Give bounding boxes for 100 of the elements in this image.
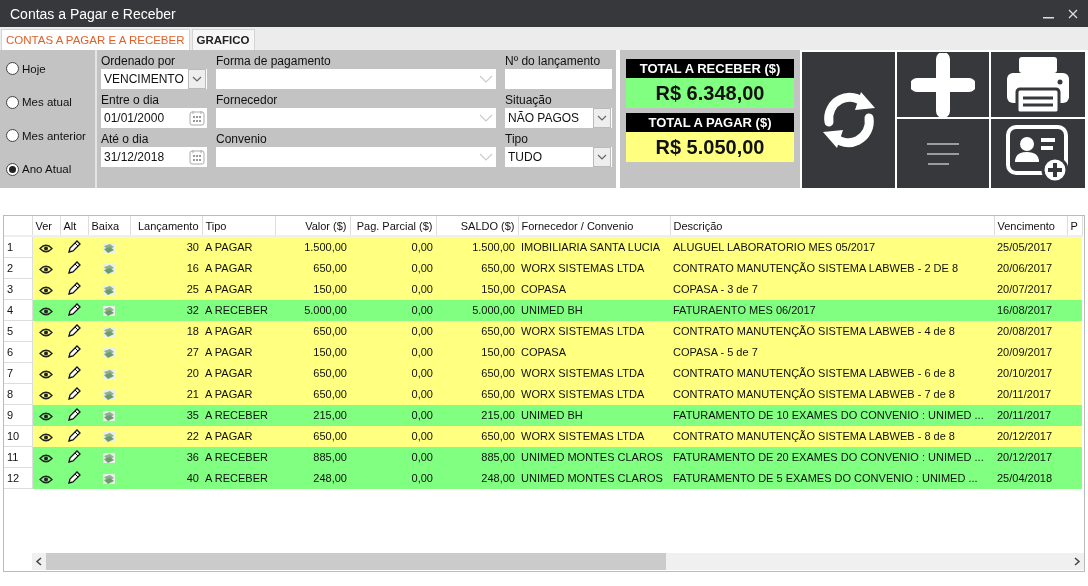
calendar-icon[interactable] bbox=[189, 149, 205, 165]
refresh-button[interactable] bbox=[802, 52, 895, 188]
pencil-icon[interactable] bbox=[67, 303, 81, 318]
table-cell: 20/11/2017 bbox=[994, 404, 1067, 426]
row-number: 11 bbox=[4, 446, 32, 468]
table-row[interactable]: 5 18 A PAGAR 650,00 0,00 650,00 WORX SISTEMAS LTDA CONTRATO MANUTENÇÃO SISTEMA LABWEB - 4 de 8 20/08/2017 bbox=[4, 320, 1082, 342]
add-contact-button[interactable] bbox=[991, 119, 1085, 188]
table-cell: 22 bbox=[130, 425, 202, 447]
table-cell: 27 bbox=[130, 341, 202, 363]
pencil-icon[interactable] bbox=[67, 345, 81, 360]
table-cell: A RECEBER bbox=[202, 299, 275, 321]
input-field[interactable] bbox=[505, 69, 612, 89]
row-number: 5 bbox=[4, 320, 32, 342]
money-icon[interactable] bbox=[102, 262, 116, 275]
eye-icon[interactable] bbox=[39, 306, 54, 316]
date-field[interactable]: 01/01/2000 bbox=[101, 108, 207, 128]
tab[interactable]: CONTAS A PAGAR E A RECEBER bbox=[1, 29, 190, 50]
print-button[interactable] bbox=[991, 52, 1085, 117]
table-row[interactable]: 3 25 A PAGAR 150,00 0,00 150,00 COPASA COPASA - 3 de 7 20/07/2017 bbox=[4, 278, 1082, 300]
field-label: Nº do lançamento bbox=[505, 54, 602, 68]
table-cell: ALUGUEL LABORATORIO MES 05/2017 bbox=[670, 236, 994, 258]
table-row[interactable]: 4 32 A RECEBER 5.000,00 0,00 5.000,00 UNIMED BH FATURAENTO MES 06/2017 16/08/2017 bbox=[4, 299, 1082, 321]
table-cell: A PAGAR bbox=[202, 425, 275, 447]
money-icon[interactable] bbox=[102, 304, 116, 317]
pencil-icon[interactable] bbox=[67, 366, 81, 381]
eye-icon[interactable] bbox=[39, 243, 54, 253]
table-row[interactable]: 9 35 A RECEBER 215,00 0,00 215,00 UNIMED BH FATURAMENTO DE 10 EXAMES DO CONVENIO : UNIMED ... 20/11/2017 bbox=[4, 404, 1082, 426]
dropdown[interactable]: NÃO PAGOS bbox=[505, 108, 612, 128]
table-cell: 0,00 bbox=[350, 341, 436, 363]
caret-icon bbox=[479, 114, 493, 122]
money-icon[interactable] bbox=[102, 241, 116, 254]
eye-icon[interactable] bbox=[39, 264, 54, 274]
pencil-icon[interactable] bbox=[67, 324, 81, 339]
pencil-icon[interactable] bbox=[67, 240, 81, 255]
eye-icon[interactable] bbox=[39, 453, 54, 463]
eye-icon[interactable] bbox=[39, 327, 54, 337]
radio-button[interactable] bbox=[6, 62, 19, 76]
table-row[interactable]: 6 27 A PAGAR 150,00 0,00 150,00 COPASA COPASA - 5 de 7 20/09/2017 bbox=[4, 341, 1082, 363]
money-icon[interactable] bbox=[102, 325, 116, 338]
table-cell: 25/05/2017 bbox=[994, 236, 1067, 258]
table-cell: 650,00 bbox=[275, 425, 350, 447]
table-row[interactable]: 7 20 A PAGAR 650,00 0,00 650,00 WORX SISTEMAS LTDA CONTRATO MANUTENÇÃO SISTEMA LABWEB - 6 de 8 20/10/2017 bbox=[4, 362, 1082, 384]
close-icon[interactable] bbox=[1068, 8, 1078, 19]
radio-button[interactable] bbox=[6, 129, 19, 143]
table-cell: 215,00 bbox=[275, 404, 350, 426]
field-label: Entre o dia bbox=[101, 93, 161, 107]
money-icon[interactable] bbox=[102, 388, 116, 401]
table-cell: 150,00 bbox=[275, 341, 350, 363]
menu-icon bbox=[927, 142, 959, 165]
row-number: 12 bbox=[4, 467, 32, 489]
add-button[interactable] bbox=[897, 52, 989, 117]
radio-option[interactable]: Hoje bbox=[6, 62, 95, 76]
scrollbar-thumb[interactable] bbox=[46, 553, 666, 570]
money-icon[interactable] bbox=[102, 472, 116, 485]
date-field[interactable]: 31/12/2018 bbox=[101, 147, 207, 167]
pencil-icon[interactable] bbox=[67, 429, 81, 444]
money-icon[interactable] bbox=[102, 451, 116, 464]
eye-icon[interactable] bbox=[39, 432, 54, 442]
table-row[interactable]: 8 21 A PAGAR 650,00 0,00 650,00 WORX SISTEMAS LTDA CONTRATO MANUTENÇÃO SISTEMA LABWEB - 7 de 8 20/11/2017 bbox=[4, 383, 1082, 405]
eye-icon[interactable] bbox=[39, 411, 54, 421]
row-number: 7 bbox=[4, 362, 32, 384]
table-row[interactable]: 12 40 A RECEBER 248,00 0,00 248,00 UNIMED MONTES CLAROS FATURAMENTO DE 5 EXAMES DO CONVENIO : UNIMED ... 25/04/2018 bbox=[4, 467, 1082, 489]
radio-button[interactable] bbox=[6, 162, 19, 176]
money-icon[interactable] bbox=[102, 430, 116, 443]
eye-icon[interactable] bbox=[39, 369, 54, 379]
radio-option[interactable]: Mes anterior bbox=[6, 129, 95, 143]
radio-option[interactable]: Ano Atual bbox=[6, 162, 95, 176]
table-cell: FATURAENTO MES 06/2017 bbox=[670, 299, 994, 321]
pencil-icon[interactable] bbox=[67, 387, 81, 402]
field-label: Ordenado por bbox=[101, 54, 177, 68]
table-row[interactable]: 2 16 A PAGAR 650,00 0,00 650,00 WORX SISTEMAS LTDA CONTRATO MANUTENÇÃO SISTEMA LABWEB - 2 DE 8 20/06/2017 bbox=[4, 257, 1082, 279]
money-icon[interactable] bbox=[102, 346, 116, 359]
eye-icon[interactable] bbox=[39, 348, 54, 358]
table-row[interactable]: 1 30 A PAGAR 1.500,00 0,00 1.500,00 IMOBILIARIA SANTA LUCIA ALUGUEL LABORATORIO MES 05/2017 25/05/2017 bbox=[4, 236, 1082, 258]
tab[interactable]: GRAFICO bbox=[191, 29, 255, 50]
menu-button[interactable] bbox=[897, 119, 989, 188]
total-label: TOTAL A RECEBER ($) bbox=[626, 59, 794, 78]
calendar-icon[interactable] bbox=[189, 110, 205, 126]
table-row[interactable]: 11 36 A RECEBER 885,00 0,00 885,00 UNIMED MONTES CLAROS FATURAMENTO DE 20 EXAMES DO CONVENIO : UNIMED ... 20/12/2017 bbox=[4, 446, 1082, 468]
table-cell: 32 bbox=[130, 299, 202, 321]
eye-icon[interactable] bbox=[39, 474, 54, 484]
table-cell: A PAGAR bbox=[202, 236, 275, 258]
dropdown[interactable]: VENCIMENTO bbox=[101, 69, 207, 89]
eye-icon[interactable] bbox=[39, 285, 54, 295]
pencil-icon[interactable] bbox=[67, 282, 81, 297]
radio-button[interactable] bbox=[6, 95, 19, 109]
pencil-icon[interactable] bbox=[67, 261, 81, 276]
radio-option[interactable]: Mes atual bbox=[6, 95, 95, 109]
pencil-icon[interactable] bbox=[67, 471, 81, 486]
pencil-icon[interactable] bbox=[67, 408, 81, 423]
eye-icon[interactable] bbox=[39, 390, 54, 400]
dropdown[interactable]: TUDO bbox=[505, 147, 612, 167]
money-icon[interactable] bbox=[102, 367, 116, 380]
table-cell: COPASA - 3 de 7 bbox=[670, 278, 994, 300]
table-cell: 20/12/2017 bbox=[994, 446, 1067, 468]
table-cell: UNIMED BH bbox=[518, 404, 670, 426]
table-row[interactable]: 10 22 A PAGAR 650,00 0,00 650,00 WORX SISTEMAS LTDA CONTRATO MANUTENÇÃO SISTEMA LABWEB - 8 de 8 20/12/2017 bbox=[4, 425, 1082, 447]
money-icon[interactable] bbox=[102, 283, 116, 296]
pencil-icon[interactable] bbox=[67, 450, 81, 465]
money-icon[interactable] bbox=[102, 409, 116, 422]
